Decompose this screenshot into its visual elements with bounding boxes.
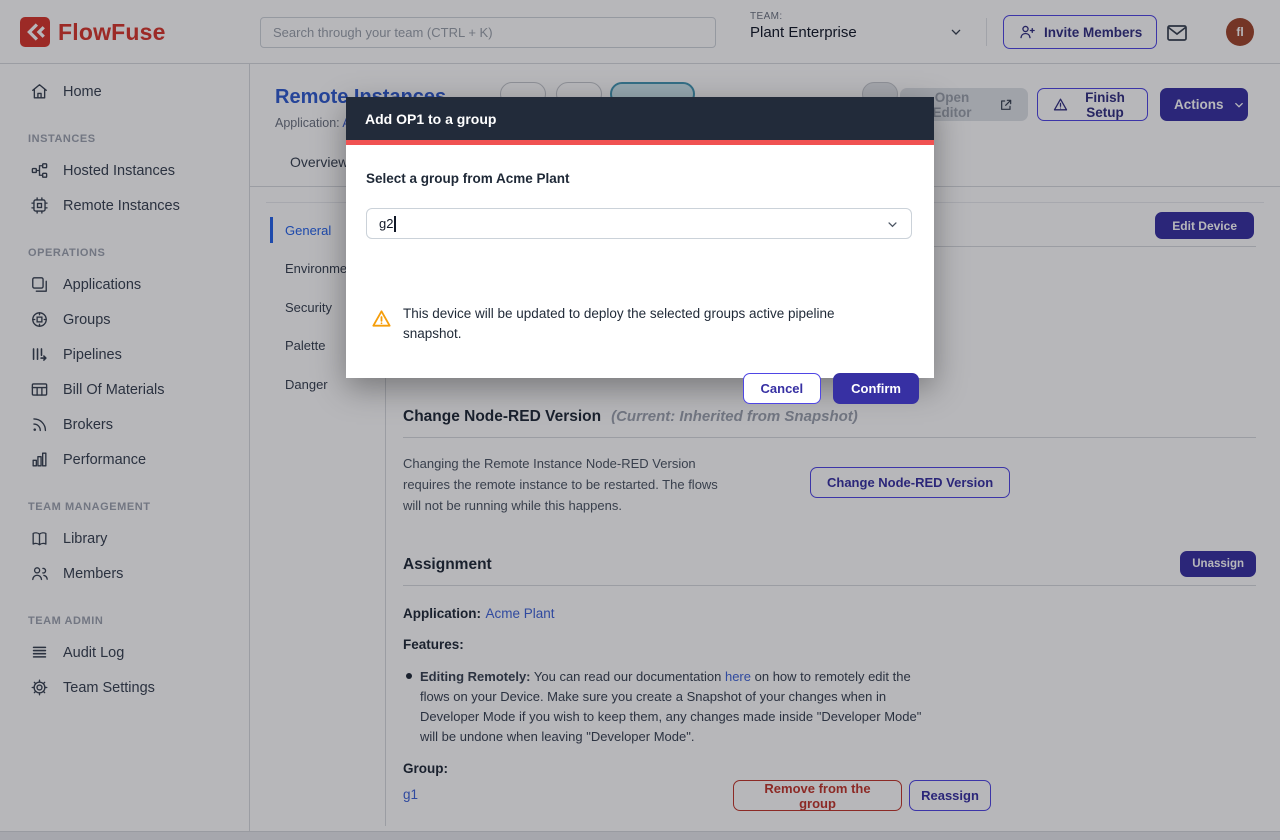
warning-triangle-icon (370, 307, 393, 330)
group-select-input[interactable]: g2 (366, 208, 912, 239)
cancel-button[interactable]: Cancel (743, 373, 822, 404)
modal-actions: Cancel Confirm (743, 373, 919, 404)
confirm-button[interactable]: Confirm (833, 373, 919, 404)
warning-text: This device will be updated to deploy th… (403, 304, 871, 343)
chevron-down-icon[interactable] (885, 217, 900, 232)
group-select-value: g2 (379, 216, 393, 231)
text-caret (394, 216, 396, 232)
modal-title: Add OP1 to a group (365, 111, 496, 127)
modal-body: Select a group from Acme Plant g2 This d… (346, 145, 934, 378)
modal-prompt: Select a group from Acme Plant (366, 171, 570, 186)
add-to-group-modal: Add OP1 to a group Select a group from A… (346, 97, 934, 378)
cancel-label: Cancel (761, 381, 804, 396)
warning-row (370, 305, 393, 330)
modal-header: Add OP1 to a group (346, 97, 934, 140)
confirm-label: Confirm (851, 381, 901, 396)
